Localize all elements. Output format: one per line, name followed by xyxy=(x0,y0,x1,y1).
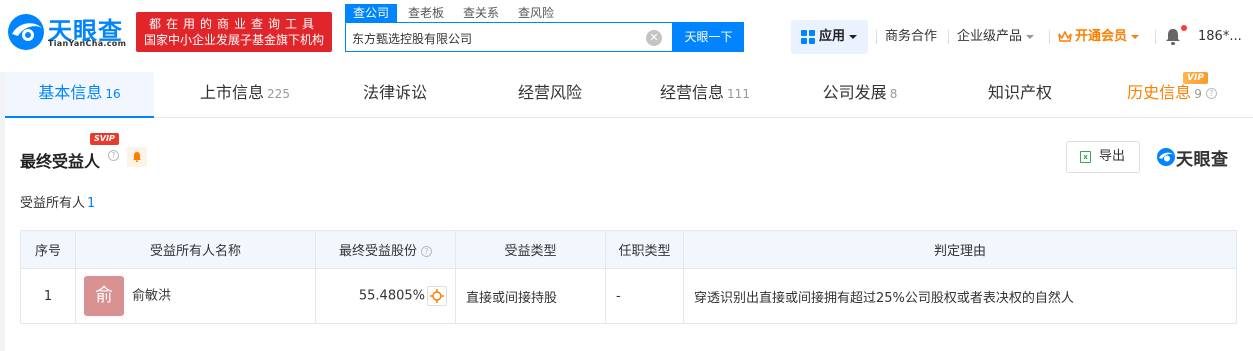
nav-divider xyxy=(948,30,949,44)
avatar[interactable]: 俞 xyxy=(84,276,124,316)
row-index: 1 xyxy=(20,268,76,324)
tab-operation-count: 111 xyxy=(727,87,750,101)
nav-enterprise[interactable]: 企业级产品 xyxy=(957,20,1035,54)
slogan-line-1: 都在用的商业查询工具 xyxy=(148,17,319,31)
excel-icon: x xyxy=(1080,151,1091,163)
tab-risk-label: 经营风险 xyxy=(517,83,582,102)
slogan-line-2: 国家中小企业发展子基金旗下机构 xyxy=(143,33,324,47)
row-position: - xyxy=(605,268,684,324)
tab-ip-label: 知识产权 xyxy=(987,83,1052,102)
col-index: 序号 xyxy=(20,230,76,269)
svip-badge: SVIP xyxy=(90,133,119,145)
col-percent: 最终受益股份? xyxy=(315,230,456,269)
tab-listing-info-count: 225 xyxy=(267,87,290,101)
nav-divider xyxy=(1155,30,1156,44)
brand-logo[interactable]: 天眼查 TianYanCha.com xyxy=(6,10,130,54)
help-icon[interactable]: ? xyxy=(421,246,432,257)
tab-basic-info-label: 基本信息 xyxy=(38,83,103,102)
top-header: 天眼查 TianYanCha.com 都在用的商业查询工具 国家中小企业发展子基… xyxy=(0,0,1253,72)
row-type: 直接或间接持股 xyxy=(455,268,606,324)
search-box: ✕ xyxy=(345,22,673,52)
notification-dot xyxy=(1181,25,1187,31)
row-name-cell: 俞俞敏洪 xyxy=(75,268,316,324)
section-title: 最终受益人 xyxy=(20,152,101,171)
nav-vip-label: 开通会员 xyxy=(1075,29,1128,44)
search-tab-boss[interactable]: 查老板 xyxy=(408,4,444,22)
col-name: 受益所有人名称 xyxy=(75,230,316,269)
chevron-down-icon xyxy=(849,34,858,39)
tab-listing-info-label: 上市信息 xyxy=(200,83,265,102)
chevron-down-icon xyxy=(1026,34,1035,39)
tab-legal-label: 法律诉讼 xyxy=(362,83,427,102)
search-tab-company[interactable]: 查公司 xyxy=(345,4,398,22)
tab-operation-label: 经营信息 xyxy=(660,83,725,102)
bell-icon xyxy=(133,152,141,162)
tab-development-count: 8 xyxy=(889,87,898,101)
row-reason: 穿透识别出直接或间接拥有超过25%公司股权或者表决权的自然人 xyxy=(683,268,1237,324)
table-header-row: 序号 受益所有人名称 最终受益股份? 受益类型 任职类型 判定理由 xyxy=(20,230,1237,269)
search-tab-relation[interactable]: 查关系 xyxy=(463,4,499,22)
vip-badge: VIP xyxy=(1183,72,1208,84)
table-row: 1 俞俞敏洪 55.4805% 直接或间接持股 - 穿透识别出直接或间接拥有超过… xyxy=(20,268,1237,324)
brand-domain: TianYanCha.com xyxy=(48,39,127,48)
watermark-text: 天眼查 xyxy=(1176,150,1229,170)
help-icon[interactable]: ? xyxy=(1205,88,1217,99)
tab-history-count: 9 xyxy=(1194,87,1202,101)
export-button[interactable]: x 导出 xyxy=(1066,141,1140,173)
tianyancha-logo-icon xyxy=(1157,148,1175,166)
apps-label: 应用 xyxy=(819,29,846,44)
watermark-logo: 天眼查 xyxy=(1156,145,1238,170)
tab-risk[interactable]: 经营风险 xyxy=(500,72,600,118)
col-type: 受益类型 xyxy=(455,230,606,269)
help-icon[interactable]: ? xyxy=(108,150,119,161)
col-reason: 判定理由 xyxy=(683,230,1237,269)
tab-ip[interactable]: 知识产权 xyxy=(970,72,1070,118)
owner-count: 1 xyxy=(87,196,96,211)
nav-enterprise-label: 企业级产品 xyxy=(957,29,1023,44)
tab-listing-info[interactable]: 上市信息 225 xyxy=(185,72,305,118)
tab-legal[interactable]: 法律诉讼 xyxy=(345,72,445,118)
chevron-down-icon xyxy=(1131,34,1140,39)
owner-count-line: 受益所有人 1 xyxy=(20,192,95,211)
search-input[interactable] xyxy=(352,28,642,48)
clear-icon[interactable]: ✕ xyxy=(646,30,662,46)
col-percent-label: 最终受益股份 xyxy=(338,244,417,259)
owner-label: 受益所有人 xyxy=(20,196,86,211)
search-button[interactable]: 天眼一下 xyxy=(673,22,744,52)
col-position: 任职类型 xyxy=(605,230,684,269)
tianyancha-logo-icon xyxy=(8,14,44,50)
user-account[interactable]: 186*... xyxy=(1198,20,1242,54)
row-percent-cell: 55.4805% xyxy=(315,268,456,324)
apps-menu-button[interactable]: 应用 xyxy=(791,20,868,54)
export-label: 导出 xyxy=(1099,149,1126,164)
nav-vip[interactable]: 开通会员 xyxy=(1058,20,1140,54)
beneficiary-name-link[interactable]: 俞敏洪 xyxy=(132,289,171,304)
nav-divider xyxy=(1049,30,1050,44)
company-tabs: 基本信息 16 上市信息 225 法律诉讼 经营风险 经营信息 111 公司发展 8 知… xyxy=(5,72,1253,118)
tab-development[interactable]: 公司发展 8 xyxy=(815,72,905,118)
nav-business[interactable]: 商务合作 xyxy=(885,20,937,54)
subscribe-button[interactable] xyxy=(127,147,147,167)
slogan-banner: 都在用的商业查询工具 国家中小企业发展子基金旗下机构 xyxy=(136,12,332,52)
tab-basic-info[interactable]: 基本信息 16 xyxy=(5,72,154,118)
row-percent: 55.4805% xyxy=(358,288,425,304)
nav-divider xyxy=(876,30,877,44)
tab-operation[interactable]: 经营信息 111 xyxy=(655,72,755,118)
tab-history-label: 历史信息 xyxy=(1127,83,1192,102)
notification-bell-icon[interactable] xyxy=(1165,28,1181,46)
equity-chain-icon[interactable] xyxy=(427,286,447,306)
beneficiary-table: 序号 受益所有人名称 最终受益股份? 受益类型 任职类型 判定理由 1 俞俞敏洪… xyxy=(20,230,1237,324)
grid-icon xyxy=(801,30,815,44)
tab-basic-info-count: 16 xyxy=(105,87,121,101)
search-tab-risk[interactable]: 查风险 xyxy=(518,4,554,22)
tab-development-label: 公司发展 xyxy=(822,83,887,102)
crown-icon xyxy=(1058,29,1072,42)
beneficiary-panel: SVIP 最终受益人 ? x 导出 天眼查 受益所有人 1 序号 受益所有人名称 … xyxy=(5,118,1253,351)
